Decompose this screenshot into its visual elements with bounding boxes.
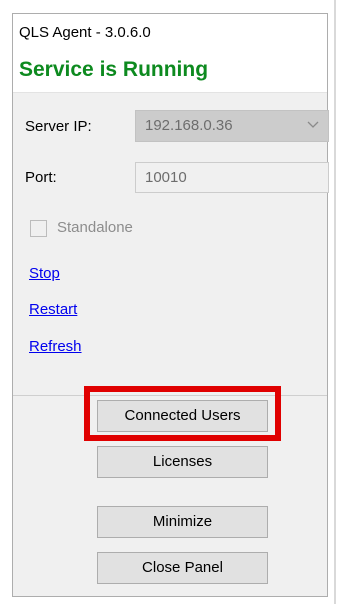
app-title: QLS Agent - 3.0.6.0 xyxy=(19,24,151,41)
port-label: Port: xyxy=(25,169,57,186)
standalone-label: Standalone xyxy=(57,219,133,236)
port-field[interactable]: 10010 xyxy=(135,162,329,193)
restart-link[interactable]: Restart xyxy=(29,301,77,318)
standalone-checkbox[interactable] xyxy=(30,220,47,237)
stop-link[interactable]: Stop xyxy=(29,265,60,282)
qls-agent-panel: QLS Agent - 3.0.6.0 Service is Running S… xyxy=(12,13,329,597)
minimize-button[interactable]: Minimize xyxy=(97,506,268,538)
licenses-button[interactable]: Licenses xyxy=(97,446,268,478)
header-area: QLS Agent - 3.0.6.0 Service is Running xyxy=(13,14,327,93)
server-ip-label: Server IP: xyxy=(25,118,92,135)
server-ip-value: 192.168.0.36 xyxy=(145,117,233,134)
highlight-box xyxy=(84,386,281,441)
refresh-link[interactable]: Refresh xyxy=(29,338,82,355)
chevron-down-icon[interactable] xyxy=(306,117,320,131)
service-status: Service is Running xyxy=(19,58,209,81)
window-edge xyxy=(334,0,336,604)
port-value: 10010 xyxy=(145,169,187,186)
close-panel-button[interactable]: Close Panel xyxy=(97,552,268,584)
server-ip-combobox[interactable]: 192.168.0.36 xyxy=(135,110,329,142)
